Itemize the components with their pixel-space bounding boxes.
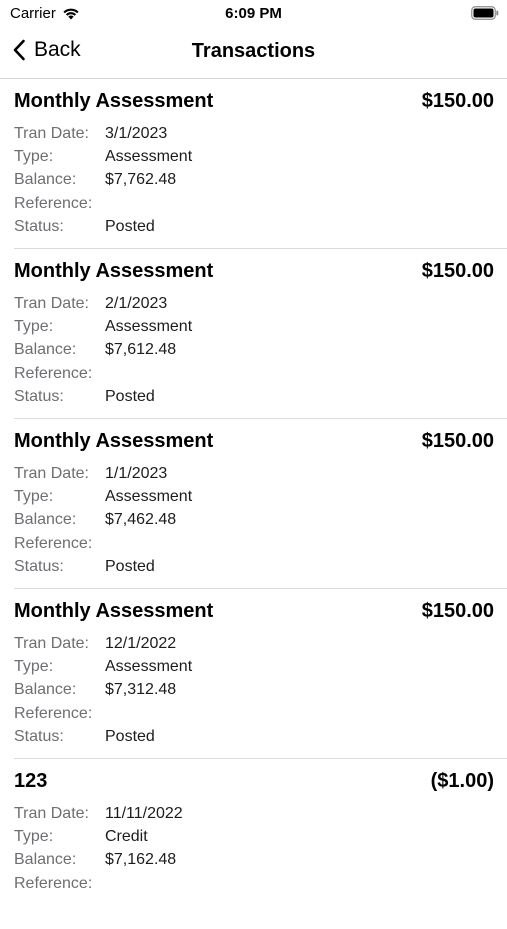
tran-date-label: Tran Date:: [14, 804, 89, 822]
tran-date-value: 3/1/2023: [105, 124, 168, 142]
status-value: Posted: [105, 217, 155, 235]
page-title: Transactions: [191, 40, 316, 62]
transaction-description: Monthly Assessment: [14, 430, 214, 452]
balance-value: $7,612.48: [105, 341, 177, 359]
reference-label: Reference:: [14, 704, 93, 722]
tran-date-value: 11/11/2022: [105, 804, 183, 822]
balance-label: Balance:: [14, 171, 77, 189]
type-label: Type:: [14, 487, 54, 505]
transaction-amount: $150.00: [421, 90, 494, 112]
type-label: Type:: [14, 657, 54, 675]
type-value: Assessment: [105, 657, 193, 675]
balance-value: $7,162.48: [105, 851, 177, 869]
status-label: Status:: [14, 727, 64, 745]
balance-value: $7,762.48: [105, 171, 177, 189]
reference-label: Reference:: [14, 874, 93, 892]
type-value: Assessment: [105, 317, 193, 335]
balance-label: Balance:: [14, 511, 77, 529]
transaction-row[interactable]: 123 ($1.00) Tran Date: 11/11/2022 Type: Cr…: [0, 759, 507, 929]
status-value: Posted: [105, 387, 155, 405]
tran-date-value: 12/1/2022: [105, 634, 177, 652]
transaction-amount: $150.00: [421, 600, 494, 622]
balance-label: Balance:: [14, 341, 77, 359]
transaction-row[interactable]: Monthly Assessment $150.00 Tran Date: 2/1…: [0, 249, 507, 419]
type-value: Credit: [105, 827, 148, 845]
type-label: Type:: [14, 317, 54, 335]
transaction-amount: $150.00: [421, 430, 494, 452]
balance-value: $7,462.48: [105, 511, 177, 529]
reference-label: Reference:: [14, 534, 93, 552]
type-value: Assessment: [105, 487, 193, 505]
transaction-description: Monthly Assessment: [14, 260, 214, 282]
balance-label: Balance:: [14, 851, 77, 869]
tran-date-value: 2/1/2023: [105, 294, 168, 312]
transaction-amount: $150.00: [421, 260, 494, 282]
tran-date-label: Tran Date:: [14, 294, 89, 312]
transaction-description: Monthly Assessment: [14, 90, 214, 112]
tran-date-value: 1/1/2023: [105, 464, 168, 482]
reference-label: Reference:: [14, 364, 93, 382]
transaction-description: Monthly Assessment: [14, 600, 214, 622]
transaction-list: Monthly Assessment $150.00 Tran Date: 3/1…: [0, 79, 507, 929]
balance-value: $7,312.48: [105, 681, 177, 699]
transaction-row[interactable]: Monthly Assessment $150.00 Tran Date: 3/1…: [0, 79, 507, 249]
clock: 6:09 PM: [225, 5, 282, 22]
status-label: Status:: [14, 557, 64, 575]
transaction-row[interactable]: Monthly Assessment $150.00 Tran Date: 12/…: [0, 589, 507, 759]
status-bar: Carrier 6:09 PM: [0, 0, 507, 28]
type-label: Type:: [14, 147, 54, 165]
reference-label: Reference:: [14, 194, 93, 212]
transaction-amount: ($1.00): [430, 770, 494, 792]
status-label: Status:: [14, 387, 64, 405]
status-label: Status:: [14, 217, 64, 235]
transaction-description: 123: [14, 770, 48, 792]
type-label: Type:: [14, 827, 54, 845]
tran-date-label: Tran Date:: [14, 634, 89, 652]
navigation-bar: Back Transactions: [0, 28, 507, 79]
transaction-row[interactable]: Monthly Assessment $150.00 Tran Date: 1/1…: [0, 419, 507, 589]
tran-date-label: Tran Date:: [14, 124, 89, 142]
status-value: Posted: [105, 557, 155, 575]
type-value: Assessment: [105, 147, 193, 165]
balance-label: Balance:: [14, 681, 77, 699]
status-value: Posted: [105, 727, 155, 745]
tran-date-label: Tran Date:: [14, 464, 89, 482]
battery-icon: [471, 6, 499, 24]
